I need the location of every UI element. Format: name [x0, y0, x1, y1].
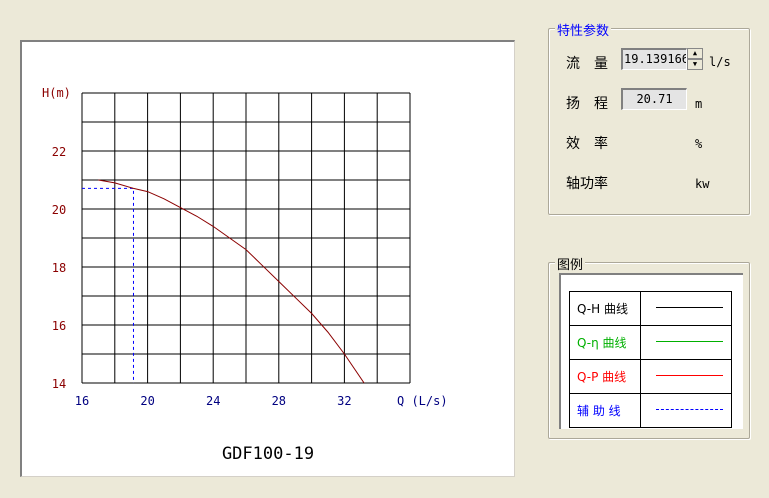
legend-group: 图例 Q-H 曲线 Q-η 曲线 Q-P 曲线 辅 助 线 [548, 254, 750, 439]
legend-row: Q-P 曲线 [569, 359, 732, 394]
params-title: 特性参数 [555, 20, 612, 39]
x-tick-label: 32 [337, 394, 351, 408]
y-tick-label: 22 [52, 145, 66, 159]
head-unit: m [695, 97, 703, 111]
legend-label: Q-η 曲线 [569, 325, 641, 360]
params-group: 特性参数 流 量 19.139166 ▲ ▼ l/s 扬 程 20.71 m 效… [548, 20, 750, 215]
legend-title: 图例 [555, 254, 586, 273]
x-tick-label: 16 [75, 394, 89, 408]
flow-label: 流 量 [566, 56, 608, 72]
flow-input[interactable]: 19.139166 [621, 48, 687, 70]
x-axis-label: Q (L/s) [397, 394, 448, 408]
qh-curve [98, 179, 365, 384]
head-value: 20.71 [621, 88, 687, 110]
flow-unit: l/s [709, 55, 731, 69]
legend-label: 辅 助 线 [569, 393, 641, 428]
eff-unit: % [695, 137, 703, 151]
eff-label: 效 率 [566, 136, 608, 152]
legend-label: Q-P 曲线 [569, 359, 641, 394]
legend-swatch [656, 307, 723, 308]
spin-down-button[interactable]: ▼ [687, 59, 703, 70]
legend-swatch [656, 375, 723, 376]
spin-up-button[interactable]: ▲ [687, 48, 703, 59]
x-tick-label: 28 [272, 394, 286, 408]
chart-panel: 16 20 24 28 32 14 16 18 20 22 H(m) Q (L/s) GDF100-19 [20, 40, 515, 477]
legend-box: Q-H 曲线 Q-η 曲线 Q-P 曲线 辅 助 线 [559, 273, 743, 429]
legend-row: Q-H 曲线 [569, 291, 732, 326]
x-tick-label: 20 [140, 394, 154, 408]
legend-row: Q-η 曲线 [569, 325, 732, 360]
legend-label: Q-H 曲线 [569, 291, 641, 326]
head-label: 扬 程 [566, 96, 608, 112]
legend-swatch [656, 341, 723, 342]
chart-title: GDF100-19 [222, 444, 314, 464]
legend-table: Q-H 曲线 Q-η 曲线 Q-P 曲线 辅 助 线 [569, 291, 732, 428]
y-tick-label: 16 [52, 319, 66, 333]
y-axis-label: H(m) [42, 86, 71, 100]
legend-row: 辅 助 线 [569, 393, 732, 428]
y-tick-label: 14 [52, 377, 66, 391]
power-label: 轴功率 [566, 176, 608, 192]
pump-curve-chart: 16 20 24 28 32 14 16 18 20 22 H(m) Q (L/s) GDF100-19 [42, 86, 448, 464]
power-unit: kw [695, 177, 710, 191]
y-tick-label: 20 [52, 203, 66, 217]
legend-swatch [656, 409, 723, 410]
y-tick-label: 18 [52, 261, 66, 275]
x-tick-label: 24 [206, 394, 220, 408]
